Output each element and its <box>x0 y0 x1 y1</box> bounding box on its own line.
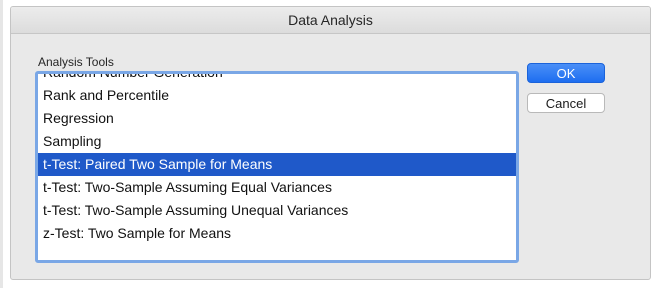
analysis-tools-list-content: Random Number Generation Rank and Percen… <box>38 74 516 245</box>
list-item-regression[interactable]: Regression <box>38 107 516 130</box>
background-window-edge <box>0 0 3 288</box>
analysis-tools-list[interactable]: Random Number Generation Rank and Percen… <box>35 71 519 263</box>
list-item-z-test[interactable]: z-Test: Two Sample for Means <box>38 222 516 245</box>
list-item-sampling[interactable]: Sampling <box>38 130 516 153</box>
screen: Data Analysis Analysis Tools Random Numb… <box>0 0 662 288</box>
list-item-rank-and-percentile[interactable]: Rank and Percentile <box>38 84 516 107</box>
dialog-titlebar[interactable]: Data Analysis <box>11 7 650 34</box>
analysis-tools-label: Analysis Tools <box>38 55 114 69</box>
list-item-t-test-paired[interactable]: t-Test: Paired Two Sample for Means <box>38 153 516 176</box>
data-analysis-dialog: Data Analysis Analysis Tools Random Numb… <box>10 6 651 280</box>
dialog-title: Data Analysis <box>288 12 373 28</box>
cancel-button[interactable]: Cancel <box>527 93 605 113</box>
list-item-t-test-equal-variances[interactable]: t-Test: Two-Sample Assuming Equal Varian… <box>38 176 516 199</box>
list-item-random-number-generation[interactable]: Random Number Generation <box>38 74 516 84</box>
list-item-t-test-unequal-variances[interactable]: t-Test: Two-Sample Assuming Unequal Vari… <box>38 199 516 222</box>
ok-button[interactable]: OK <box>527 63 605 83</box>
